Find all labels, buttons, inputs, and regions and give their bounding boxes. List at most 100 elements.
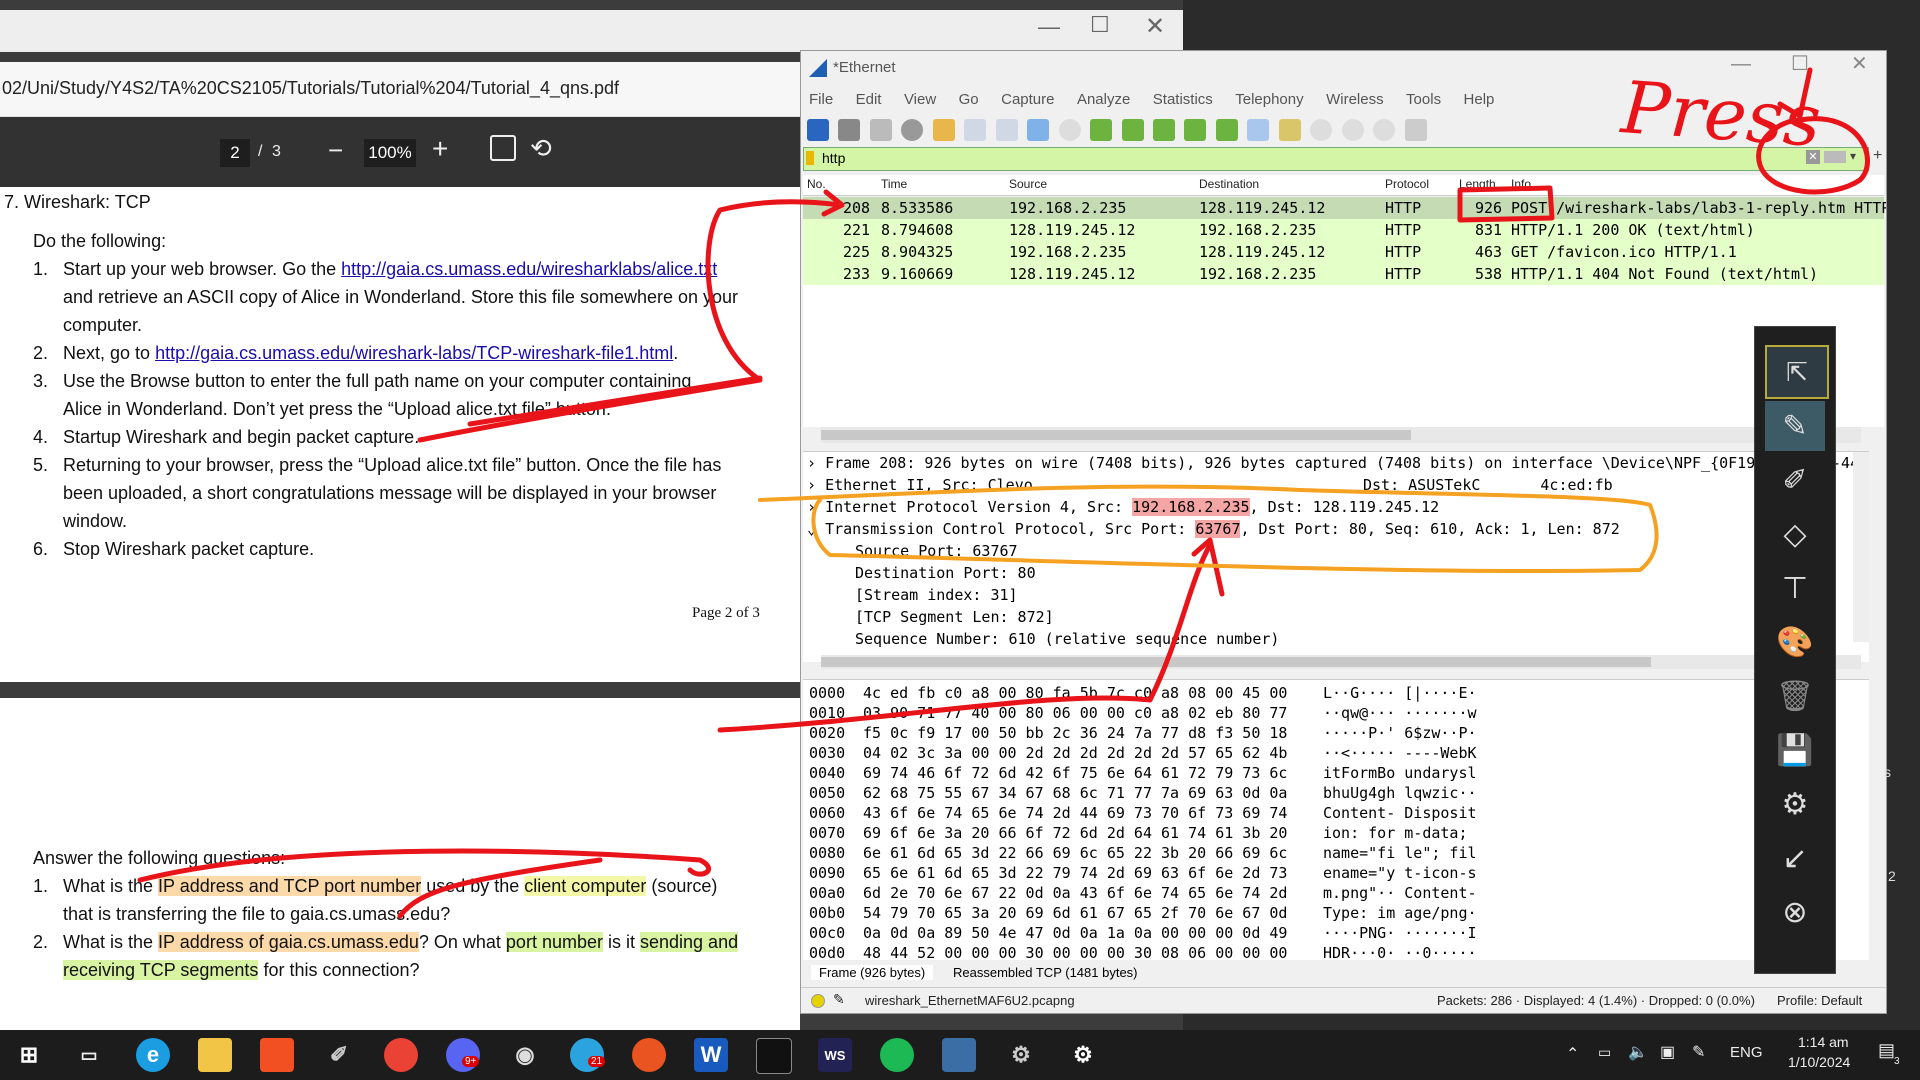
- ubuntu-icon[interactable]: [632, 1038, 666, 1072]
- close-file-icon[interactable]: [995, 119, 1018, 141]
- bookmark-icon[interactable]: [806, 151, 814, 165]
- app-icon[interactable]: ⚙: [1004, 1038, 1038, 1072]
- microsoft-store-icon[interactable]: [260, 1038, 294, 1072]
- go-to-packet-icon[interactable]: [1152, 119, 1175, 141]
- exit-icon[interactable]: ⊗: [1765, 887, 1825, 937]
- hex-offset[interactable]: 0010: [809, 704, 845, 722]
- hex-bytes[interactable]: 03 90 71 77 40 00 80 06 00 00 c0 a8 02 e…: [863, 704, 1287, 722]
- hex-bytes[interactable]: 4c ed fb c0 a8 00 80 fa 5b 7c c0 a8 08 0…: [863, 684, 1287, 702]
- hex-bytes[interactable]: 6e 61 6d 65 3d 22 66 69 6c 65 22 3b 20 6…: [863, 844, 1287, 862]
- tray-chevron-icon[interactable]: ⌃: [1566, 1044, 1579, 1064]
- clock-date[interactable]: 1/10/2024: [1788, 1054, 1850, 1070]
- start-capture-icon[interactable]: [807, 119, 829, 141]
- hex-bytes[interactable]: 0a 0d 0a 89 50 4e 47 0d 0a 1a 0a 00 00 0…: [863, 924, 1287, 942]
- hex-offset[interactable]: 00c0: [809, 924, 845, 942]
- menu-statistics[interactable]: Statistics: [1153, 91, 1213, 108]
- packet-row[interactable]: 208 8.533586 192.168.2.235 128.119.245.1…: [803, 197, 1886, 219]
- vertical-scrollbar[interactable]: [1853, 452, 1869, 642]
- maximize-icon[interactable]: ☐: [1090, 12, 1110, 38]
- chrome-icon[interactable]: [384, 1038, 418, 1072]
- close-icon[interactable]: ✕: [1145, 12, 1165, 41]
- hex-ascii[interactable]: Content- Disposit: [1323, 804, 1477, 822]
- save-icon[interactable]: 💾: [1765, 725, 1825, 775]
- rotate-icon[interactable]: ⟲: [530, 133, 552, 164]
- word-icon[interactable]: W: [694, 1038, 728, 1072]
- col-destination[interactable]: Destination: [1199, 177, 1259, 191]
- hex-ascii[interactable]: ··<····· ----WebK: [1323, 744, 1477, 762]
- tree-stream-index[interactable]: [Stream index: 31]: [855, 586, 1018, 604]
- autoscroll-icon[interactable]: [1247, 119, 1270, 141]
- hex-ascii[interactable]: Type: im age/png·: [1323, 904, 1477, 922]
- menu-help[interactable]: Help: [1464, 91, 1495, 108]
- hex-offset[interactable]: 0080: [809, 844, 845, 862]
- hex-ascii[interactable]: m.png"·· Content-: [1323, 884, 1477, 902]
- menu-view[interactable]: View: [904, 91, 936, 108]
- hex-bytes[interactable]: 69 74 46 6f 72 6d 42 6f 75 6e 64 61 72 7…: [863, 764, 1287, 782]
- minimize-toolbar-icon[interactable]: ↙: [1765, 833, 1825, 883]
- horizontal-scrollbar[interactable]: [821, 427, 1861, 443]
- settings-icon[interactable]: ⚙: [1765, 779, 1825, 829]
- network-icon[interactable]: ▣: [1660, 1042, 1675, 1062]
- colorize-icon[interactable]: [1278, 119, 1301, 141]
- tree-segment-len[interactable]: [TCP Segment Len: 872]: [855, 608, 1054, 626]
- minimize-icon[interactable]: —: [1038, 14, 1060, 40]
- hex-offset[interactable]: 0090: [809, 864, 845, 882]
- tree-ethernet[interactable]: › Ethernet II, Src: Clevo: [807, 476, 1033, 494]
- col-info[interactable]: Info: [1511, 177, 1531, 191]
- battery-icon[interactable]: ▭: [1598, 1044, 1611, 1061]
- hex-bytes[interactable]: 54 79 70 65 3a 20 69 6d 61 67 65 2f 70 6…: [863, 904, 1287, 922]
- tree-tcp[interactable]: ⌄ Transmission Control Protocol, Src Por…: [807, 520, 1620, 538]
- hex-ascii[interactable]: itFormBo undarysl: [1323, 764, 1477, 782]
- terminal-icon[interactable]: [756, 1038, 792, 1074]
- volume-icon[interactable]: 🔈: [1628, 1042, 1648, 1062]
- hex-offset[interactable]: 00d0: [809, 944, 845, 962]
- expert-info-icon[interactable]: [811, 994, 825, 1008]
- open-file-icon[interactable]: [932, 119, 955, 141]
- zoom-out-icon[interactable]: [1341, 119, 1364, 141]
- last-packet-icon[interactable]: [1215, 119, 1238, 141]
- hex-ascii[interactable]: HDR···0· ··0·····: [1323, 944, 1477, 962]
- tab-frame[interactable]: Frame (926 bytes): [811, 965, 934, 980]
- save-file-icon[interactable]: [964, 119, 987, 141]
- clear-filter-icon[interactable]: ✕: [1806, 150, 1820, 164]
- resize-columns-icon[interactable]: [1404, 119, 1427, 141]
- col-length[interactable]: Length: [1459, 177, 1496, 191]
- hex-ascii[interactable]: ion: for m-data;: [1323, 824, 1468, 842]
- menu-go[interactable]: Go: [959, 91, 979, 108]
- hex-bytes[interactable]: 62 68 75 55 67 34 67 68 6c 71 77 7a 69 6…: [863, 784, 1287, 802]
- menu-telephony[interactable]: Telephony: [1235, 91, 1303, 108]
- hex-offset[interactable]: 0000: [809, 684, 845, 702]
- packet-row[interactable]: 221 8.794608 128.119.245.12 192.168.2.23…: [803, 219, 1884, 241]
- alice-link[interactable]: http://gaia.cs.umass.edu/wiresharklabs/a…: [341, 259, 717, 279]
- language-indicator[interactable]: ENG: [1730, 1044, 1763, 1061]
- tree-ipv4[interactable]: › Internet Protocol Version 4, Src: 192.…: [807, 498, 1439, 516]
- filter-dropdown-icon[interactable]: ▾: [1850, 149, 1856, 163]
- menu-edit[interactable]: Edit: [856, 91, 882, 108]
- display-filter-input[interactable]: http ✕ ▾: [803, 147, 1869, 171]
- hex-ascii[interactable]: L··G···· [|····E·: [1323, 684, 1477, 702]
- zoom-out-icon[interactable]: −: [328, 135, 343, 166]
- menu-tools[interactable]: Tools: [1406, 91, 1441, 108]
- tree-source-port[interactable]: Source Port: 63767: [855, 542, 1018, 560]
- winscp-icon[interactable]: WS: [818, 1038, 852, 1072]
- hex-bytes[interactable]: 48 44 52 00 00 00 30 00 00 00 30 08 06 0…: [863, 944, 1287, 962]
- hex-ascii[interactable]: name="fi le"; fil: [1323, 844, 1477, 862]
- task-view-icon[interactable]: ▭: [72, 1038, 106, 1072]
- col-time[interactable]: Time: [881, 177, 907, 191]
- highlighter-tool-icon[interactable]: ✐: [1765, 455, 1825, 505]
- hex-offset[interactable]: 0030: [809, 744, 845, 762]
- spotify-icon[interactable]: [880, 1038, 914, 1072]
- tree-sequence-number[interactable]: Sequence Number: 610 (relative sequence …: [855, 630, 1279, 648]
- hex-bytes[interactable]: 43 6f 6e 74 65 6e 74 2d 44 69 73 70 6f 7…: [863, 804, 1287, 822]
- palette-tool-icon[interactable]: 🎨: [1765, 617, 1825, 667]
- clock-time[interactable]: 1:14 am: [1798, 1034, 1849, 1050]
- hex-ascii[interactable]: ename="y t-icon-s: [1323, 864, 1477, 882]
- horizontal-scrollbar[interactable]: [821, 655, 1861, 669]
- zoom-normal-icon[interactable]: [1373, 119, 1396, 141]
- hex-offset[interactable]: 0020: [809, 724, 845, 742]
- menu-analyze[interactable]: Analyze: [1077, 91, 1130, 108]
- maximize-icon[interactable]: ☐: [1791, 51, 1809, 76]
- profile-name[interactable]: Profile: Default: [1777, 993, 1862, 1008]
- scrollbar-thumb[interactable]: [821, 430, 1411, 440]
- notifications-icon[interactable]: ▤: [1878, 1040, 1895, 1061]
